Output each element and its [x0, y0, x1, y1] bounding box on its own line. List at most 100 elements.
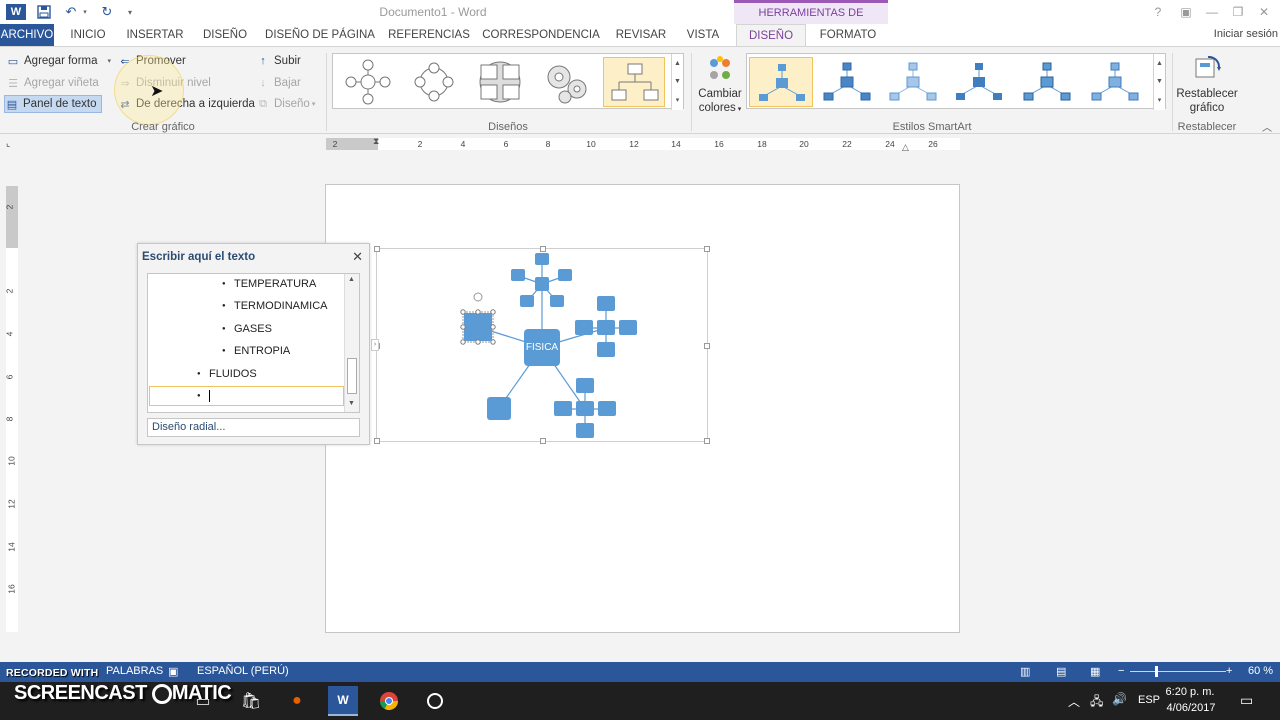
style-simple-selected[interactable] — [749, 57, 813, 107]
cambiar-colores-button[interactable]: Cambiar colores ▾ — [694, 53, 746, 117]
tab-smartart-formato[interactable]: FORMATO — [812, 24, 884, 46]
zoom-slider-thumb[interactable] — [1155, 666, 1158, 677]
list-item[interactable]: TEMPERATURA — [222, 274, 316, 294]
close-icon[interactable]: ✕ — [1250, 3, 1278, 21]
word-count[interactable]: PALABRAS — [106, 665, 163, 677]
print-layout-icon[interactable]: ▤ — [1056, 665, 1066, 678]
tab-revisar[interactable]: REVISAR — [612, 24, 670, 46]
network-icon[interactable]: 🖧 — [1090, 692, 1103, 713]
subir-button[interactable]: ↑ Subir — [256, 52, 301, 70]
action-center-icon[interactable]: ▭ — [1240, 692, 1253, 709]
screencast-taskbar-icon[interactable] — [420, 686, 450, 716]
volume-icon[interactable]: 🔊 — [1112, 692, 1127, 706]
zoom-level[interactable]: 60 % — [1248, 665, 1273, 677]
agregar-forma-button[interactable]: ▭ Agregar forma ▾ — [6, 52, 111, 70]
tab-archivo[interactable]: ARCHIVO — [0, 24, 54, 46]
status-bar: PALABRAS ▣ ESPAÑOL (PERÚ) ▥ ▤ ▦ − + 60 % — [0, 662, 1280, 682]
styles-gallery-scroll[interactable]: ▲ ▼ ▾ — [1153, 54, 1165, 110]
layout-radial-cluster[interactable] — [469, 57, 531, 107]
horizontal-ruler[interactable]: 2 2 4 6 8 10 12 14 16 18 20 22 24 26 ⧗ △ — [326, 136, 960, 153]
resize-handle[interactable] — [540, 438, 546, 444]
ribbon-display-icon[interactable]: ▣ — [1172, 3, 1200, 21]
smartart-graphic[interactable]: FISICA › — [371, 246, 710, 444]
right-indent-icon[interactable]: △ — [902, 142, 909, 153]
scroll-up-icon[interactable]: ▲ — [1156, 60, 1163, 67]
tab-diseno-pagina[interactable]: DISEÑO DE PÁGINA — [264, 24, 376, 46]
tab-inicio[interactable]: INICIO — [62, 24, 114, 46]
scroll-up-icon[interactable]: ▲ — [348, 276, 355, 283]
zoom-out-icon[interactable]: − — [1118, 665, 1124, 677]
collapse-ribbon-icon[interactable]: ︿ — [1262, 119, 1272, 134]
style-5[interactable] — [1015, 57, 1079, 107]
layout-info-link[interactable]: Diseño radial... — [147, 418, 360, 437]
chrome-icon[interactable] — [374, 686, 404, 716]
minimize-icon[interactable]: — — [1198, 3, 1226, 21]
layouts-gallery-scroll[interactable]: ▲ ▼ ▾ — [671, 54, 683, 110]
firefox-icon[interactable]: ● — [282, 686, 312, 716]
layout-gear[interactable] — [535, 57, 597, 107]
scroll-down-icon[interactable]: ▼ — [674, 78, 681, 85]
tab-diseno[interactable]: DISEÑO — [198, 24, 252, 46]
more-icon[interactable]: ▾ — [1158, 96, 1162, 104]
agregar-vineta-button[interactable]: ☰ Agregar viñeta — [6, 74, 99, 92]
layout-basic-radial[interactable] — [403, 57, 465, 107]
resize-handle[interactable] — [704, 438, 710, 444]
restore-icon[interactable]: ❐ — [1224, 3, 1252, 21]
resize-handle[interactable] — [540, 246, 546, 252]
resize-handle[interactable] — [374, 246, 380, 252]
layout-radial-cycle[interactable] — [337, 57, 399, 107]
proofing-icon[interactable]: ▣ — [168, 665, 178, 678]
tab-correspondencia[interactable]: CORRESPONDENCIA — [482, 24, 600, 46]
diseno-layout-button[interactable]: ⧉ Diseño ▾ — [256, 95, 315, 113]
word-taskbar-icon[interactable]: W — [328, 686, 358, 716]
text-pane-toggle-icon[interactable]: › — [371, 339, 379, 351]
zoom-in-icon[interactable]: + — [1226, 665, 1232, 677]
text-pane-scrollbar[interactable]: ▲ ▼ — [344, 274, 359, 412]
tab-referencias[interactable]: REFERENCIAS — [388, 24, 470, 46]
clock-time[interactable]: 6:20 p. m. — [1160, 686, 1220, 698]
tab-insertar[interactable]: INSERTAR — [124, 24, 186, 46]
tab-smartart-diseno[interactable]: DISEÑO — [736, 24, 806, 46]
read-mode-icon[interactable]: ▥ — [1020, 665, 1030, 678]
resize-handle[interactable] — [704, 246, 710, 252]
style-3[interactable] — [881, 57, 945, 107]
list-item[interactable]: TERMODINAMICA — [222, 296, 327, 316]
clock-date[interactable]: 4/06/2017 — [1158, 702, 1224, 714]
help-icon[interactable]: ? — [1144, 3, 1172, 21]
list-item-editing[interactable] — [197, 386, 329, 406]
resize-handle[interactable] — [374, 438, 380, 444]
signin-link[interactable]: Iniciar sesión — [1214, 24, 1278, 46]
style-4[interactable] — [947, 57, 1011, 107]
scroll-down-icon[interactable]: ▼ — [1156, 78, 1163, 85]
indent-marker-icon[interactable]: ⧗ — [373, 136, 379, 147]
task-view-icon[interactable]: ▭ — [188, 686, 218, 716]
tab-selector[interactable]: ⌞ — [6, 138, 18, 150]
resize-handle[interactable] — [704, 343, 710, 349]
web-layout-icon[interactable]: ▦ — [1090, 665, 1100, 678]
chevron-up-icon[interactable]: ︿ — [1068, 693, 1080, 710]
scroll-thumb[interactable] — [347, 358, 357, 394]
list-item[interactable]: ENTROPIA — [222, 341, 290, 361]
ruler-tick: 14 — [6, 542, 17, 552]
close-icon[interactable]: ✕ — [352, 249, 363, 265]
vertical-ruler[interactable]: 2 2 4 6 8 10 12 14 16 — [4, 186, 18, 632]
style-6[interactable] — [1083, 57, 1147, 107]
store-icon[interactable]: 🛍 — [236, 686, 266, 716]
list-item[interactable]: FLUIDOS — [197, 364, 257, 384]
scroll-down-icon[interactable]: ▼ — [348, 400, 355, 407]
language-status[interactable]: ESPAÑOL (PERÚ) — [197, 665, 289, 677]
scroll-up-icon[interactable]: ▲ — [674, 60, 681, 67]
restablecer-grafico-button[interactable]: Restablecer gráfico — [1176, 53, 1238, 117]
tab-vista[interactable]: VISTA — [682, 24, 724, 46]
language-indicator[interactable]: ESP — [1138, 694, 1160, 706]
smartart-center-node[interactable]: FISICA — [524, 342, 560, 353]
zoom-slider[interactable] — [1130, 671, 1226, 672]
style-2[interactable] — [815, 57, 879, 107]
panel-texto-button[interactable]: ▤ Panel de texto — [4, 95, 102, 113]
bajar-button[interactable]: ↓ Bajar — [256, 74, 301, 92]
more-icon[interactable]: ▾ — [676, 96, 680, 104]
layout-hierarchy-selected[interactable] — [603, 57, 665, 107]
text-pane-list[interactable]: TEMPERATURA TERMODINAMICA GASES ENTROPIA… — [147, 273, 360, 413]
ruler-tick: 10 — [6, 456, 17, 466]
list-item[interactable]: GASES — [222, 319, 272, 339]
